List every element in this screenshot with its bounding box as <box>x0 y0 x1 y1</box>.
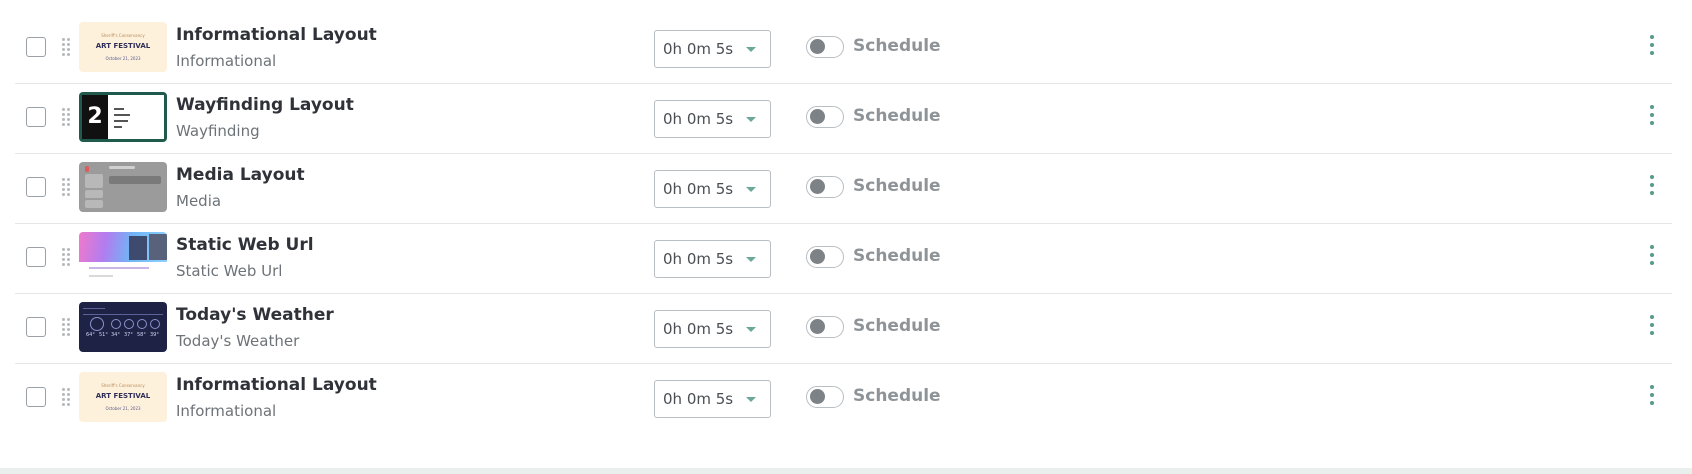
schedule-label: Schedule <box>853 316 941 336</box>
toggle-knob <box>810 109 825 124</box>
thumbnail-text: Sheriff's Conservancy <box>101 33 145 38</box>
duration-value: 0h 0m 5s <box>663 40 734 58</box>
thumbnail-text: October 21, 2023 <box>105 406 141 411</box>
row-select-checkbox[interactable] <box>26 107 46 127</box>
toggle-knob <box>810 39 825 54</box>
playlist-row: Sheriff's Conservancy ART FESTIVAL Octob… <box>15 14 1672 84</box>
layout-type: Wayfinding <box>176 122 260 140</box>
layout-title: Wayfinding Layout <box>176 95 354 115</box>
art-festival-thumbnail: Sheriff's Conservancy ART FESTIVAL Octob… <box>79 22 167 72</box>
art-festival-thumbnail: Sheriff's Conservancy ART FESTIVAL Octob… <box>79 372 167 422</box>
schedule-toggle[interactable] <box>806 176 844 198</box>
weather-thumbnail: 64° 51° 34° 37° 58° 39° <box>79 302 167 352</box>
weather-temp: 34° <box>111 332 120 338</box>
duration-dropdown[interactable]: 0h 0m 5s <box>654 380 771 418</box>
duration-dropdown[interactable]: 0h 0m 5s <box>654 30 771 68</box>
drag-handle-icon[interactable] <box>62 178 72 200</box>
wayfinding-thumbnail: 2 <box>79 92 167 142</box>
drag-handle-icon[interactable] <box>62 318 72 340</box>
drag-handle-icon[interactable] <box>62 248 72 270</box>
toggle-knob <box>810 179 825 194</box>
more-vertical-icon[interactable] <box>1647 35 1657 59</box>
playlist-page: Sheriff's Conservancy ART FESTIVAL Octob… <box>0 0 1692 474</box>
schedule-label: Schedule <box>853 36 941 56</box>
duration-value: 0h 0m 5s <box>663 390 734 408</box>
schedule-toggle[interactable] <box>806 316 844 338</box>
weather-temp: 64° <box>86 332 95 338</box>
schedule-toggle[interactable] <box>806 386 844 408</box>
more-vertical-icon[interactable] <box>1647 315 1657 339</box>
drag-handle-icon[interactable] <box>62 38 72 60</box>
thumbnail-text: October 21, 2023 <box>105 56 141 61</box>
layout-title: Media Layout <box>176 165 305 185</box>
thumbnail-text: ART FESTIVAL <box>95 42 151 50</box>
toggle-knob <box>810 319 825 334</box>
toggle-knob <box>810 389 825 404</box>
duration-value: 0h 0m 5s <box>663 110 734 128</box>
row-select-checkbox[interactable] <box>26 317 46 337</box>
row-select-checkbox[interactable] <box>26 37 46 57</box>
playlist-items-list: Sheriff's Conservancy ART FESTIVAL Octob… <box>0 14 1692 434</box>
weather-temp: 37° <box>124 332 133 338</box>
duration-dropdown[interactable]: 0h 0m 5s <box>654 240 771 278</box>
weather-temp: 58° <box>137 332 146 338</box>
layout-title: Static Web Url <box>176 235 314 255</box>
drag-handle-icon[interactable] <box>62 108 72 130</box>
more-vertical-icon[interactable] <box>1647 175 1657 199</box>
duration-dropdown[interactable]: 0h 0m 5s <box>654 170 771 208</box>
layout-title: Informational Layout <box>176 25 377 45</box>
playlist-row: Sheriff's Conservancy ART FESTIVAL Octob… <box>15 364 1672 434</box>
playlist-row: Static Web Url Static Web Url 0h 0m 5s S… <box>15 224 1672 294</box>
chevron-down-icon <box>746 117 756 122</box>
schedule-label: Schedule <box>853 106 941 126</box>
schedule-toggle[interactable] <box>806 36 844 58</box>
chevron-down-icon <box>746 397 756 402</box>
duration-value: 0h 0m 5s <box>663 180 734 198</box>
chevron-down-icon <box>746 187 756 192</box>
layout-type: Informational <box>176 402 277 420</box>
more-vertical-icon[interactable] <box>1647 385 1657 409</box>
schedule-toggle[interactable] <box>806 246 844 268</box>
playlist-row: 2 Wayfinding Layout Wayfinding 0h 0m 5s … <box>15 84 1672 154</box>
wayfinding-number: 2 <box>82 95 108 139</box>
layout-title: Informational Layout <box>176 375 377 395</box>
chevron-down-icon <box>746 257 756 262</box>
more-vertical-icon[interactable] <box>1647 245 1657 269</box>
duration-value: 0h 0m 5s <box>663 250 734 268</box>
thumbnail-text: Sheriff's Conservancy <box>101 383 145 388</box>
chevron-down-icon <box>746 47 756 52</box>
schedule-toggle[interactable] <box>806 106 844 128</box>
row-select-checkbox[interactable] <box>26 387 46 407</box>
drag-handle-icon[interactable] <box>62 388 72 410</box>
thumbnail-text: ART FESTIVAL <box>95 392 151 400</box>
weather-temp: 39° <box>150 332 159 338</box>
schedule-label: Schedule <box>853 386 941 406</box>
toggle-knob <box>810 249 825 264</box>
row-select-checkbox[interactable] <box>26 177 46 197</box>
chevron-down-icon <box>746 327 756 332</box>
schedule-label: Schedule <box>853 246 941 266</box>
layout-type: Media <box>176 192 222 210</box>
layout-type: Static Web Url <box>176 262 283 280</box>
layout-title: Today's Weather <box>176 305 334 325</box>
playlist-row: 64° 51° 34° 37° 58° 39° Today's Weather … <box>15 294 1672 364</box>
row-select-checkbox[interactable] <box>26 247 46 267</box>
playlist-row: Media Layout Media 0h 0m 5s Schedule <box>15 154 1672 224</box>
duration-dropdown[interactable]: 0h 0m 5s <box>654 310 771 348</box>
layout-type: Today's Weather <box>176 332 300 350</box>
wayfinding-thumbnail-panel: 2 <box>82 95 164 139</box>
duration-value: 0h 0m 5s <box>663 320 734 338</box>
more-vertical-icon[interactable] <box>1647 105 1657 129</box>
schedule-label: Schedule <box>853 176 941 196</box>
weather-temp: 51° <box>99 332 108 338</box>
layout-type: Informational <box>176 52 277 70</box>
duration-dropdown[interactable]: 0h 0m 5s <box>654 100 771 138</box>
media-thumbnail <box>79 162 167 212</box>
footer-band <box>0 468 1692 474</box>
static-web-thumbnail <box>79 232 167 282</box>
